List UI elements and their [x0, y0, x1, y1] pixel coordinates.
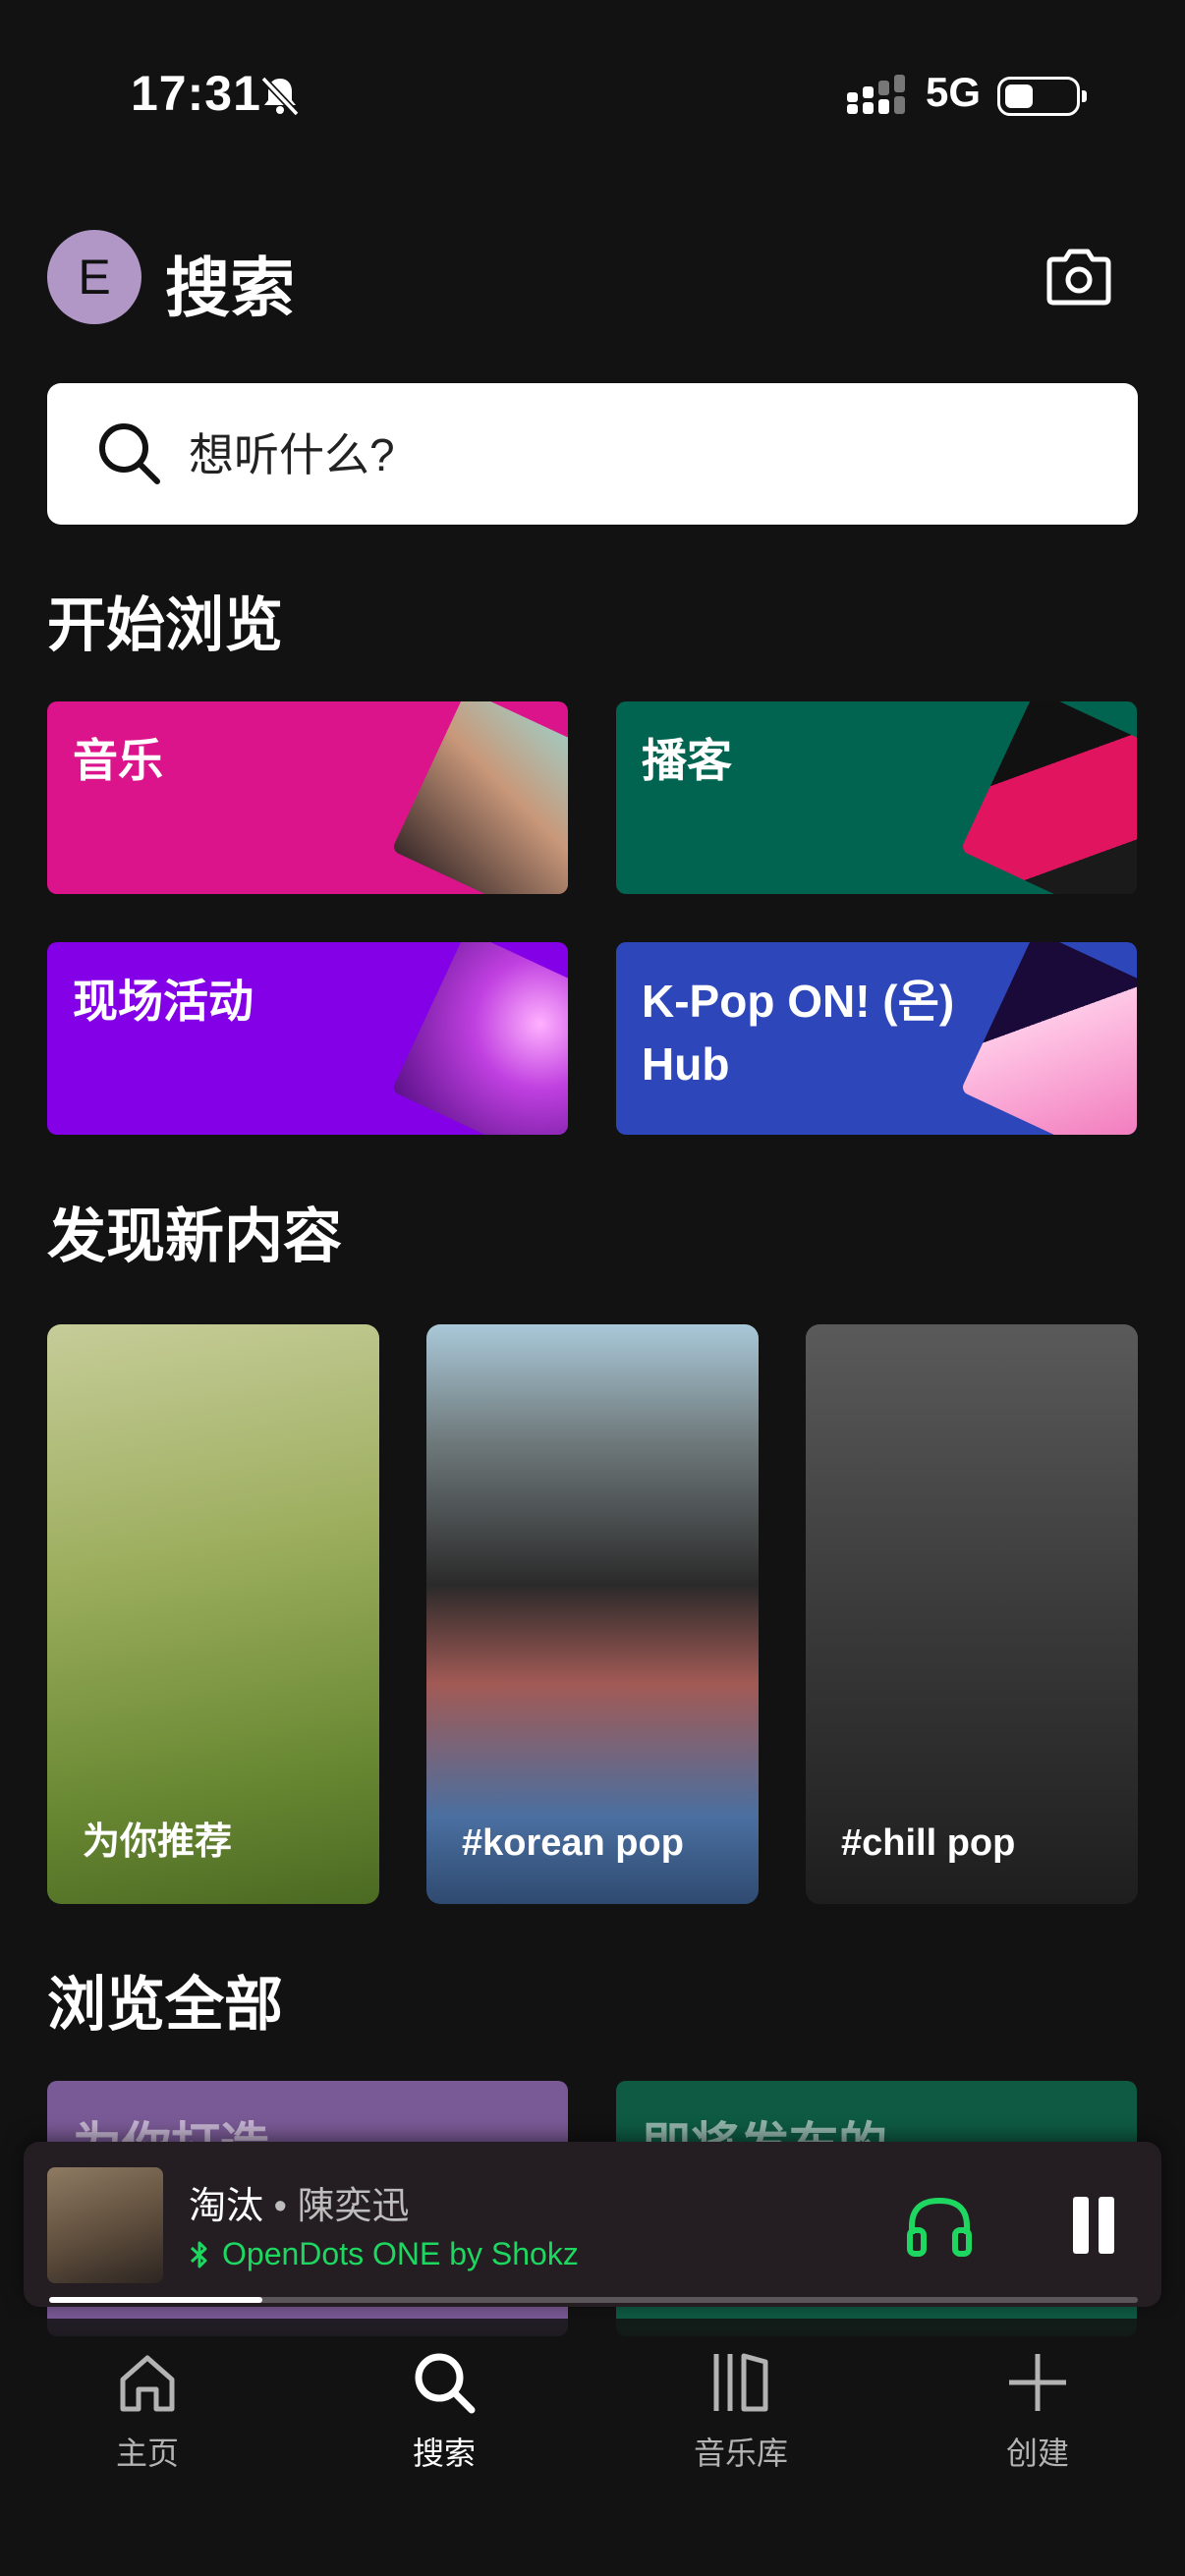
- tile-label: 播客: [642, 735, 732, 786]
- discover-card-for-you[interactable]: 为你推荐: [47, 1324, 379, 1904]
- title-separator: •: [263, 2186, 298, 2227]
- search-icon: [99, 423, 160, 484]
- mini-player[interactable]: 淘汰 • 陳奕迅 OpenDots ONE by Shokz: [24, 2142, 1161, 2307]
- avatar[interactable]: E: [47, 230, 141, 324]
- live-events-cover-art: [391, 942, 568, 1135]
- library-icon: [713, 2353, 768, 2412]
- now-playing-title: 淘汰 • 陳奕迅: [189, 2175, 409, 2229]
- status-time: 17:31: [131, 66, 261, 121]
- discover-card-chill-pop[interactable]: #chill pop: [806, 1324, 1138, 1904]
- tile-label: K-Pop ON! (온) Hub: [642, 976, 955, 1090]
- battery-icon: [997, 77, 1087, 116]
- plus-icon: [1009, 2354, 1066, 2411]
- section-title-browse: 开始浏览: [47, 592, 283, 658]
- bluetooth-icon: [190, 2241, 207, 2268]
- camera-icon[interactable]: [1044, 246, 1114, 308]
- nav-item-home[interactable]: 主页: [49, 2348, 246, 2474]
- podcast-cover-art: [960, 701, 1137, 894]
- search-bar[interactable]: [47, 383, 1138, 525]
- tile-label: 现场活动: [73, 976, 254, 1027]
- nav-item-library[interactable]: 音乐库: [643, 2348, 839, 2474]
- network-type: 5G: [926, 69, 982, 115]
- kpop-cover-art: [960, 942, 1137, 1135]
- track-artist: 陳奕迅: [297, 2186, 410, 2227]
- connected-device[interactable]: OpenDots ONE by Shokz: [189, 2236, 579, 2272]
- search-input[interactable]: [187, 413, 1075, 497]
- browse-tile-live-events[interactable]: 现场活动: [47, 942, 568, 1135]
- device-name: OpenDots ONE by Shokz: [222, 2236, 579, 2271]
- card-label: #korean pop: [462, 1822, 684, 1864]
- pause-button[interactable]: [1065, 2197, 1122, 2254]
- browse-tile-podcasts[interactable]: 播客: [616, 701, 1137, 894]
- bottom-nav: 主页 搜索 音乐库 创建: [0, 2319, 1185, 2576]
- card-label: 为你推荐: [83, 1821, 233, 1863]
- signal-icon: [847, 75, 905, 114]
- discover-card-korean-pop[interactable]: #korean pop: [426, 1324, 759, 1904]
- browse-tile-music[interactable]: 音乐: [47, 701, 568, 894]
- section-title-discover: 发现新内容: [47, 1204, 342, 1269]
- nav-label: 搜索: [412, 2436, 476, 2471]
- tile-label: 音乐: [73, 735, 163, 786]
- nav-item-search[interactable]: 搜索: [346, 2348, 542, 2474]
- nav-label: 创建: [1005, 2436, 1069, 2471]
- browse-tile-kpop-hub[interactable]: K-Pop ON! (온) Hub: [616, 942, 1137, 1135]
- card-label: #chill pop: [841, 1822, 1016, 1864]
- home-icon: [120, 2355, 175, 2412]
- playback-progress[interactable]: [49, 2297, 1138, 2303]
- album-art: [47, 2167, 163, 2283]
- search-icon: [415, 2353, 476, 2414]
- nav-label: 音乐库: [693, 2436, 788, 2471]
- section-title-browse-all: 浏览全部: [47, 1972, 283, 2038]
- page-title: 搜索: [165, 252, 295, 324]
- headphones-icon[interactable]: [904, 2193, 975, 2260]
- track-title: 淘汰: [189, 2186, 264, 2227]
- bell-muted-icon: [260, 76, 300, 117]
- nav-item-create[interactable]: 创建: [939, 2348, 1136, 2474]
- nav-label: 主页: [115, 2436, 179, 2471]
- music-cover-art: [391, 701, 568, 894]
